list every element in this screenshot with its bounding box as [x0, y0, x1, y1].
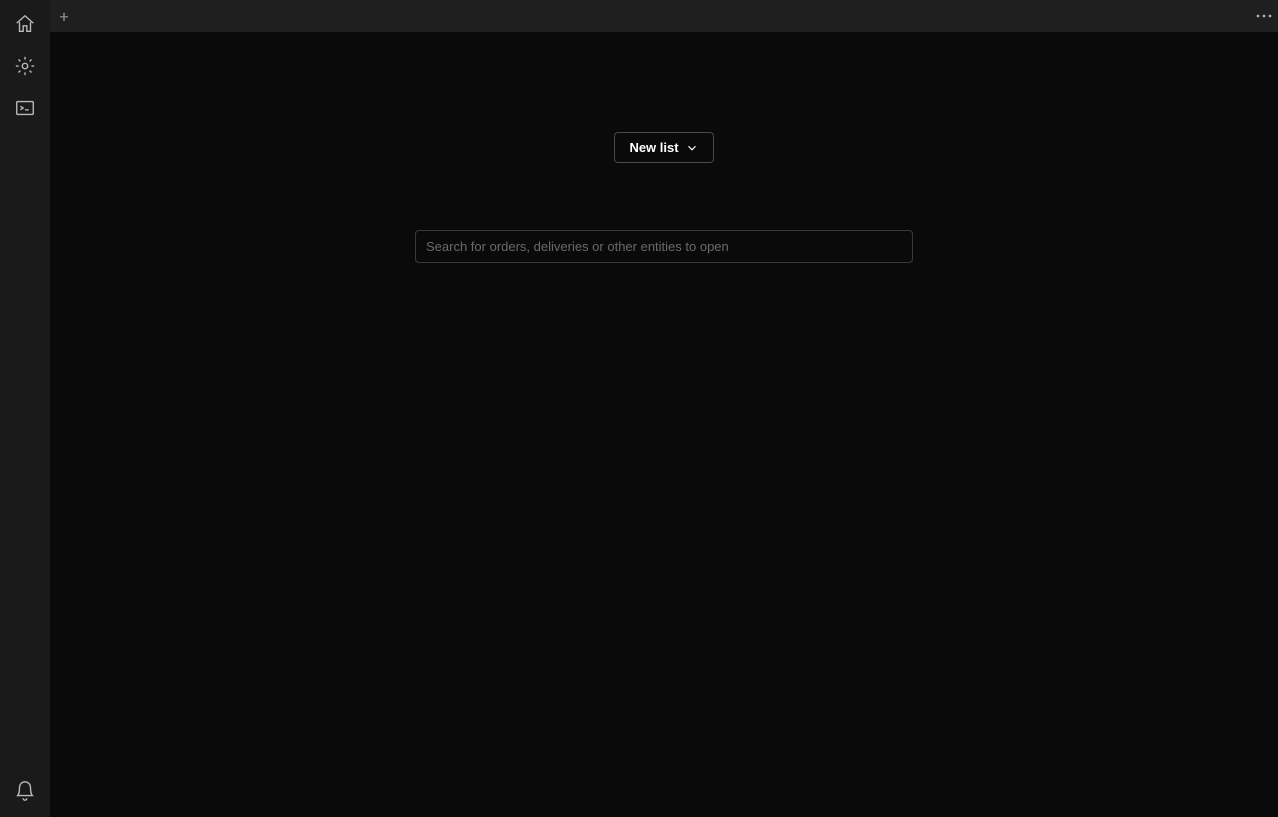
new-tab-button[interactable]: + [50, 0, 78, 32]
terminal-icon[interactable] [13, 96, 37, 120]
bell-icon[interactable] [13, 779, 37, 803]
new-list-label: New list [629, 140, 678, 155]
chevron-down-icon [685, 141, 699, 155]
home-icon[interactable] [13, 12, 37, 36]
new-list-button[interactable]: New list [614, 132, 713, 163]
search-input[interactable] [415, 230, 913, 263]
tab-bar: + [50, 0, 1278, 32]
main-area: + New list [50, 0, 1278, 817]
app-sidebar [0, 0, 50, 817]
content-area: New list [50, 32, 1278, 817]
ellipsis-icon [1256, 14, 1272, 18]
gear-icon[interactable] [13, 54, 37, 78]
more-menu-button[interactable] [1250, 0, 1278, 32]
